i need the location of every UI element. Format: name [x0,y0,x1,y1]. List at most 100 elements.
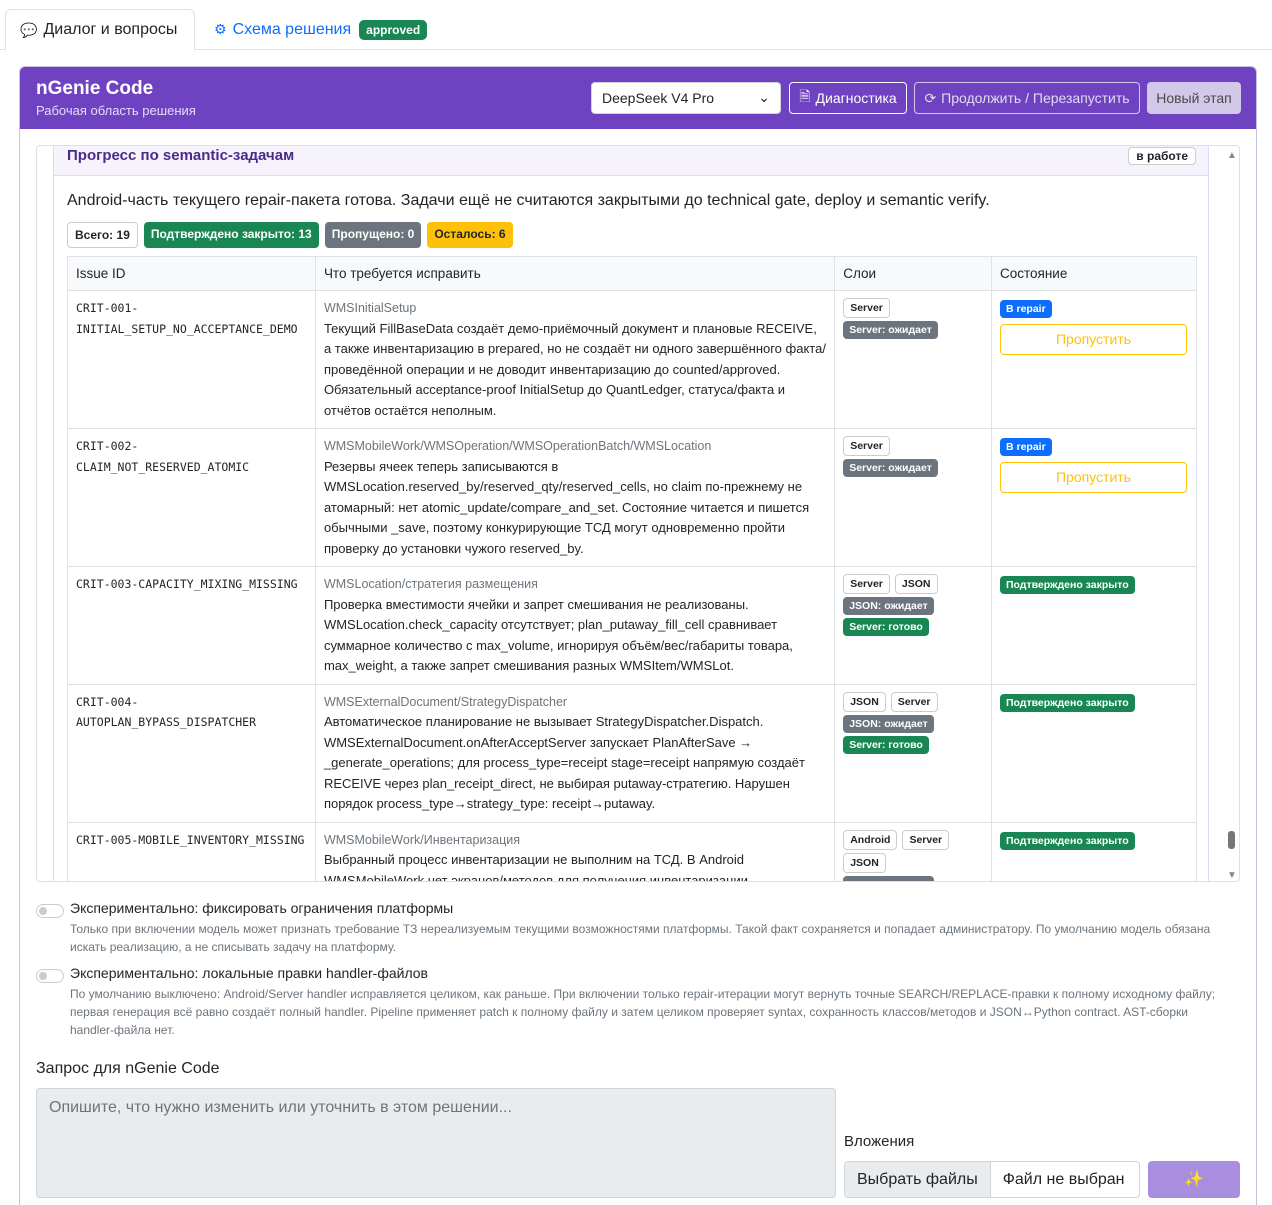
layers-cell: Server Server: ожидает [834,428,992,567]
issue-path: WMSLocation/стратегия размещения [323,577,538,591]
state-cell: Подтверждено закрыто [990,821,1198,881]
layer-status-badge: Server: готово [843,735,929,754]
layer-tag: Server [902,829,950,850]
tab-dialog[interactable]: 💬 Диалог и вопросы [5,9,195,51]
state-cell: В repair Пропустить [990,428,1198,567]
platform-limits-switch[interactable] [36,904,64,918]
app-title: nGenie Code [36,78,154,99]
state-badge: В repair [999,300,1052,318]
approved-badge: approved [359,19,428,40]
issue-description-cell: WMSMobileWork/Инвентаризация Выбранный пр… [314,821,836,881]
issue-path: WMSExternalDocument/StrategyDispatcher [323,694,568,709]
diagnostics-button[interactable]: 🗎 Диагностика [789,82,907,114]
column-header: Что требуется исправить [314,256,836,291]
issue-id: CRIT-003-CAPACITY_MIXING_MISSING [67,566,316,685]
refresh-icon: ⟳ [924,89,937,106]
chevron-down-icon: ⌄ [758,89,770,105]
model-select-value: DeepSeek V4 Pro [602,90,715,106]
continue-restart-button[interactable]: ⟳ Продолжить / Перезапустить [914,82,1140,114]
tab-bar: 💬 Диалог и вопросы ⚙ Схема решения appro… [0,0,1272,51]
issue-path: WMSMobileWork/WMSOperation/WMSOperationB… [323,439,712,453]
state-cell: Подтверждено закрыто [990,566,1198,685]
skip-button[interactable]: Пропустить [999,323,1187,355]
tab-schema-label: Схема решения [232,20,352,38]
table-row: CRIT-004- AUTOPLAN_BYPASS_DISPATCHER WMSE… [67,683,1198,823]
file-input[interactable]: Выбрать файлы Файл не выбран [844,1161,1140,1198]
scrollbar-thumb[interactable] [1228,831,1235,849]
progress-panel[interactable]: Прогресс по semantic-задачам в работе An… [36,145,1240,882]
count-left: Осталось: 6 [427,222,513,248]
send-button[interactable]: ✨ [1148,1161,1240,1198]
state-cell: Подтверждено закрыто [990,683,1198,823]
layer-tag: Server [890,691,938,712]
table-row: CRIT-003-CAPACITY_MIXING_MISSING WMSLocat… [67,566,1198,685]
progress-header: Прогресс по semantic-задачам в работе [53,146,1209,176]
document-icon: 🗎 [799,88,811,104]
layers-cell: Server JSON JSON: ожидает Server: готово [834,566,992,685]
layer-status-badge: JSON: ожидает [843,875,934,881]
new-stage-label: Новый этап [1156,90,1232,106]
progress-description: Android-часть текущего repair-пакета гот… [67,192,990,209]
scroll-down-icon[interactable]: ▼ [1227,870,1237,881]
new-stage-button[interactable]: Новый этап [1147,82,1241,114]
state-badge: Подтверждено закрыто [999,576,1135,594]
skip-button[interactable]: Пропустить [999,461,1187,493]
request-placeholder: Опишите, что нужно изменить или уточнить… [49,1099,512,1116]
issue-description-cell: WMSLocation/стратегия размещения Проверка… [314,566,836,685]
local-edits-switch[interactable] [36,969,64,983]
issue-id: CRIT-004- AUTOPLAN_BYPASS_DISPATCHER [67,683,316,823]
issue-text: Проверка вместимости ячейки и запрет сме… [323,596,793,674]
issue-description-cell: WMSMobileWork/WMSOperation/WMSOperationB… [314,428,836,567]
issue-text: Текущий FillBaseData создаёт демо-приёмо… [323,320,826,418]
layer-tag: JSON [894,574,938,594]
column-header: Issue ID [67,256,316,291]
tab-dialog-label: Диалог и вопросы [43,21,178,38]
state-badge: Подтверждено закрыто [999,693,1135,712]
workspace-card: nGenie Code Рабочая область решения Deep… [19,66,1257,1205]
layer-tag: Server [843,298,890,318]
issue-id: CRIT-002- CLAIM_NOT_RESERVED_ATOMIC [67,428,316,567]
issue-path: WMSInitialSetup [323,301,417,315]
choose-files-button[interactable]: Выбрать файлы [845,1162,991,1197]
table-row: CRIT-002- CLAIM_NOT_RESERVED_ATOMIC WMSMo… [67,428,1198,567]
layer-tag: Android [843,829,898,850]
tab-schema[interactable]: ⚙ Схема решения approved [200,9,441,50]
layer-status-badge: Server: ожидает [843,321,938,339]
toggle-label: Экспериментально: фиксировать ограничени… [70,900,454,916]
issue-id: CRIT-001- INITIAL_SETUP_NO_ACCEPTANCE_DE… [67,290,316,429]
diagnostics-label: Диагностика [815,90,897,106]
state-badge: В repair [999,438,1052,456]
magic-wand-icon: ✨ [1184,1171,1204,1188]
attachments-label: Вложения [844,1133,915,1150]
toggle-help: По умолчанию выключено: Android/Server h… [70,987,1216,1037]
layers-cell: JSON Server JSON: ожидает Server: готово [834,683,992,823]
column-header: Состояние [990,256,1198,291]
progress-counts: Всего: 19 Подтверждено закрыто: 13 Пропу… [67,222,513,248]
scroll-up-icon[interactable]: ▲ [1227,150,1237,161]
request-label: Запрос для nGenie Code [36,1060,220,1077]
table-row: CRIT-001- INITIAL_SETUP_NO_ACCEPTANCE_DE… [67,290,1198,429]
column-header: Слои [834,256,992,291]
layer-tag: Server [843,574,890,594]
count-skipped: Пропущено: 0 [324,222,422,248]
issues-table: Issue ID Что требуется исправить Слои Со… [67,256,1198,881]
layers-cell: AndroidServer JSON JSON: ожидает [834,821,992,881]
layer-status-badge: JSON: ожидает [843,714,934,733]
count-confirmed: Подтверждено закрыто: 13 [143,222,319,248]
table-row: CRIT-005-MOBILE_INVENTORY_MISSING WMSMobi… [67,821,1198,881]
layer-tag: Server [843,436,890,456]
scrollbar[interactable]: ▲ ▼ [1225,146,1239,881]
count-total: Всего: 19 [67,222,138,248]
schema-icon: ⚙ [214,21,227,37]
layer-status-badge: JSON: ожидает [843,597,934,615]
issue-text: Резервы ячеек теперь записываются в WMSL… [323,458,810,556]
toggle-label: Экспериментально: локальные правки handl… [70,965,428,981]
layer-status-badge: Server: готово [843,618,929,636]
model-select[interactable]: DeepSeek V4 Pro ⌄ [591,82,781,114]
state-badge: Подтверждено закрыто [999,831,1135,850]
chat-icon: 💬 [20,21,38,38]
issue-id: CRIT-005-MOBILE_INVENTORY_MISSING [67,821,316,881]
request-textarea[interactable]: Опишите, что нужно изменить или уточнить… [36,1088,836,1198]
progress-body: Android-часть текущего repair-пакета гот… [53,176,1209,881]
layer-status-badge: Server: ожидает [843,459,938,477]
